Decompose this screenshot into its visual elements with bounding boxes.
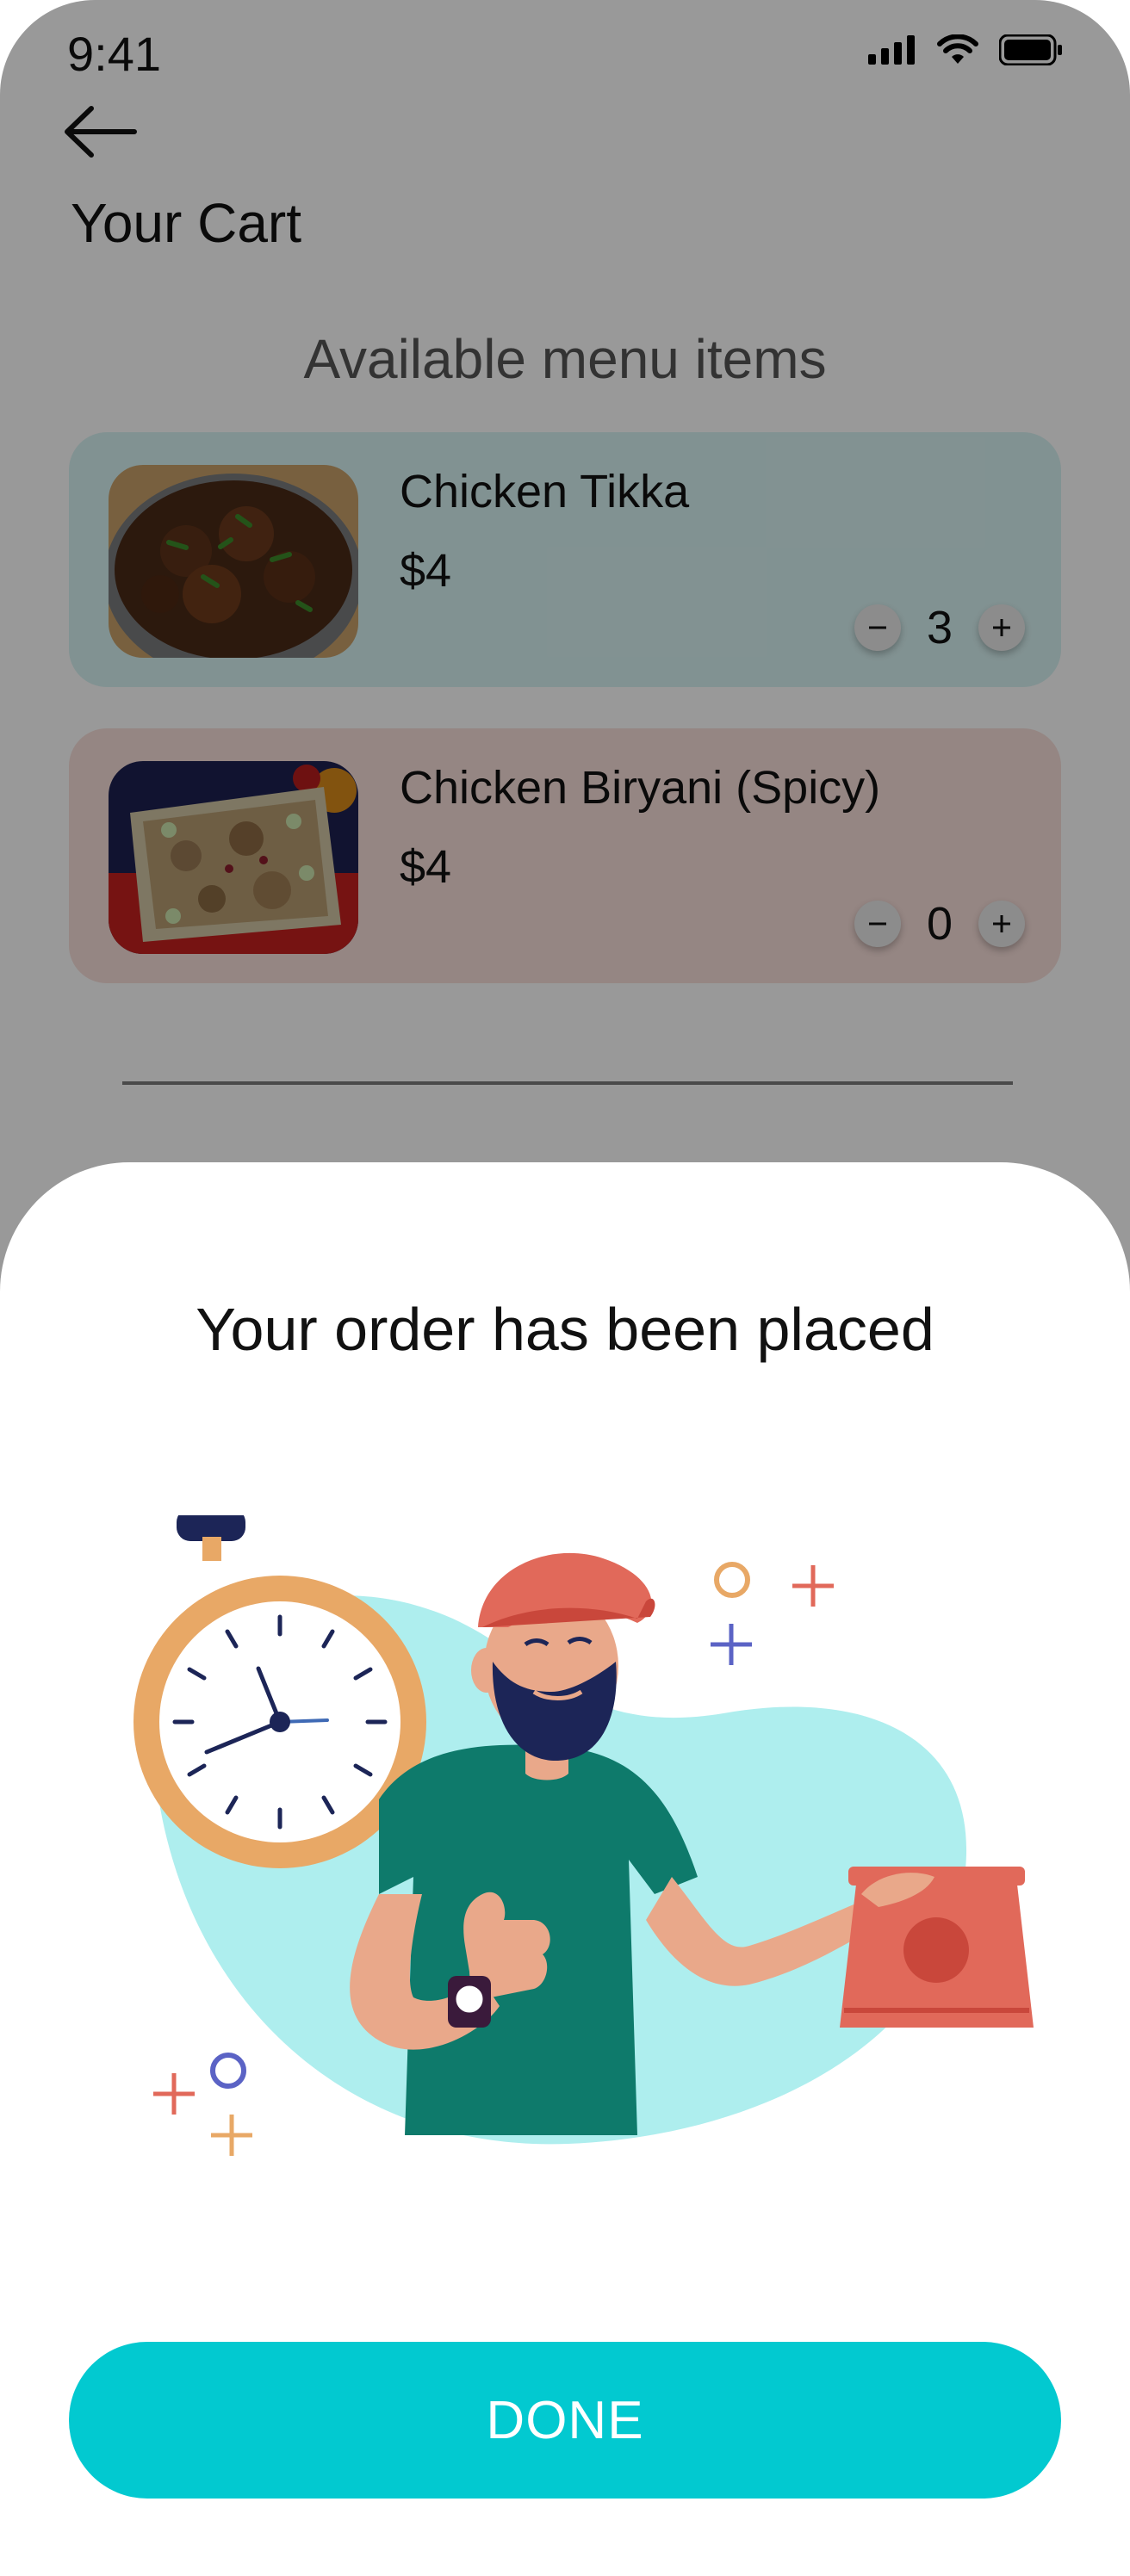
order-confirmation-sheet: Your order has been placed DONE [0, 1162, 1130, 2576]
confirmation-title: Your order has been placed [196, 1296, 934, 1363]
delivery-person-illustration [133, 1515, 1034, 2156]
phone-screen: 9:41 Your Cart Available menu items Chic… [0, 0, 1130, 2576]
done-button[interactable]: DONE [69, 2342, 1061, 2499]
